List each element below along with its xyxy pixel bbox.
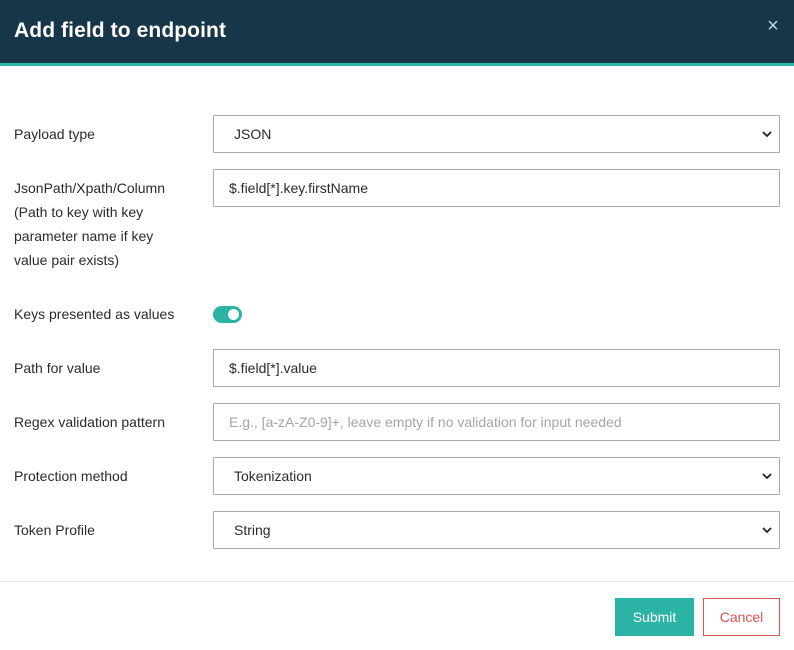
path-label-line: parameter name if key xyxy=(14,228,154,244)
chevron-down-icon xyxy=(762,131,772,138)
chevron-down-icon xyxy=(762,473,772,480)
regex-input[interactable]: E.g., [a-zA-Z0-9]+, leave empty if no va… xyxy=(213,403,780,441)
payload-type-select[interactable]: JSON xyxy=(213,115,780,153)
toggle-knob xyxy=(228,309,239,320)
regex-label: Regex validation pattern xyxy=(14,414,165,430)
chevron-down-icon xyxy=(762,527,772,534)
protection-method-value: Tokenization xyxy=(234,468,312,484)
path-for-value-input-value: $.field[*].value xyxy=(229,360,317,376)
path-for-value-label: Path for value xyxy=(14,360,101,376)
dialog-title: Add field to endpoint xyxy=(14,19,227,42)
path-label-line: JsonPath/Xpath/Column xyxy=(14,180,165,196)
path-for-value-input[interactable]: $.field[*].value xyxy=(213,349,780,387)
token-profile-value: String xyxy=(234,522,271,538)
path-input-value: $.field[*].key.firstName xyxy=(229,180,369,196)
close-icon[interactable]: × xyxy=(764,16,782,36)
path-label: JsonPath/Xpath/Column (Path to key with … xyxy=(14,176,165,272)
payload-type-value: JSON xyxy=(234,126,272,142)
submit-button[interactable]: Submit xyxy=(615,598,694,636)
dialog-header: Add field to endpoint × xyxy=(0,0,794,66)
path-label-line: value pair exists) xyxy=(14,252,120,268)
cancel-button[interactable]: Cancel xyxy=(703,598,780,636)
protection-method-label: Protection method xyxy=(14,468,128,484)
protection-method-select[interactable]: Tokenization xyxy=(213,457,780,495)
path-label-line: (Path to key with key xyxy=(14,204,144,220)
keys-as-values-toggle[interactable] xyxy=(213,306,242,323)
path-input[interactable]: $.field[*].key.firstName xyxy=(213,169,780,207)
payload-type-label: Payload type xyxy=(14,126,95,142)
token-profile-select[interactable]: String xyxy=(213,511,780,549)
token-profile-label: Token Profile xyxy=(14,522,95,538)
regex-input-placeholder: E.g., [a-zA-Z0-9]+, leave empty if no va… xyxy=(229,414,622,430)
keys-as-values-label: Keys presented as values xyxy=(14,306,175,322)
footer-divider xyxy=(0,581,794,582)
